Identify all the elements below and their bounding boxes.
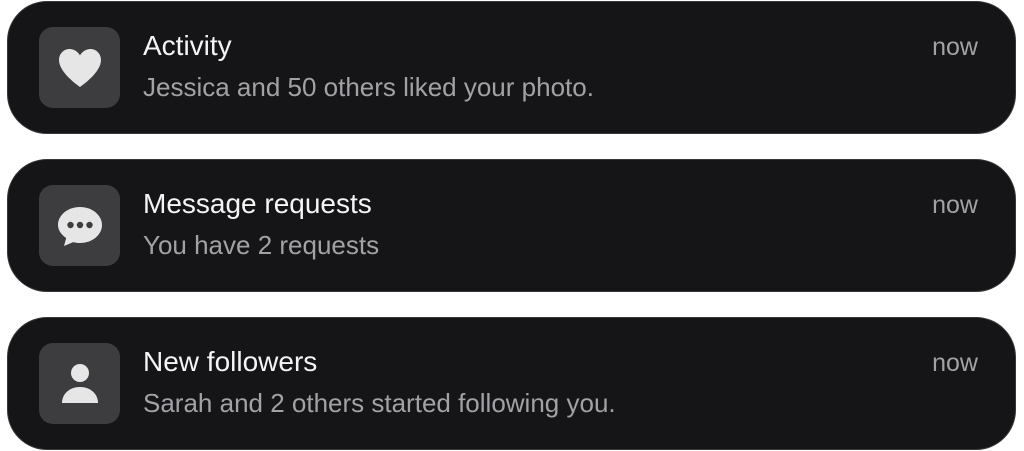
notification-time: now	[932, 33, 978, 61]
notification-subtitle: Jessica and 50 others liked your photo.	[143, 72, 594, 102]
notification-list: Activity Jessica and 50 others liked you…	[0, 0, 1024, 451]
heart-icon	[58, 48, 101, 87]
activity-icon-tile	[39, 27, 120, 108]
person-icon	[61, 363, 98, 403]
notification-title: Activity	[143, 30, 232, 61]
notification-time: now	[932, 349, 978, 377]
notification-activity[interactable]: Activity Jessica and 50 others liked you…	[7, 1, 1016, 134]
notification-time: now	[932, 191, 978, 219]
notification-title: New followers	[143, 346, 318, 377]
notification-title: Message requests	[143, 188, 372, 219]
message-requests-icon-tile	[39, 185, 120, 266]
notification-subtitle: Sarah and 2 others started following you…	[143, 388, 616, 418]
notification-message-requests[interactable]: Message requests You have 2 requests now	[7, 159, 1016, 292]
notification-new-followers[interactable]: New followers Sarah and 2 others started…	[7, 317, 1016, 450]
chat-bubble-icon	[57, 206, 102, 246]
notification-subtitle: You have 2 requests	[143, 230, 380, 260]
new-followers-icon-tile	[39, 343, 120, 424]
